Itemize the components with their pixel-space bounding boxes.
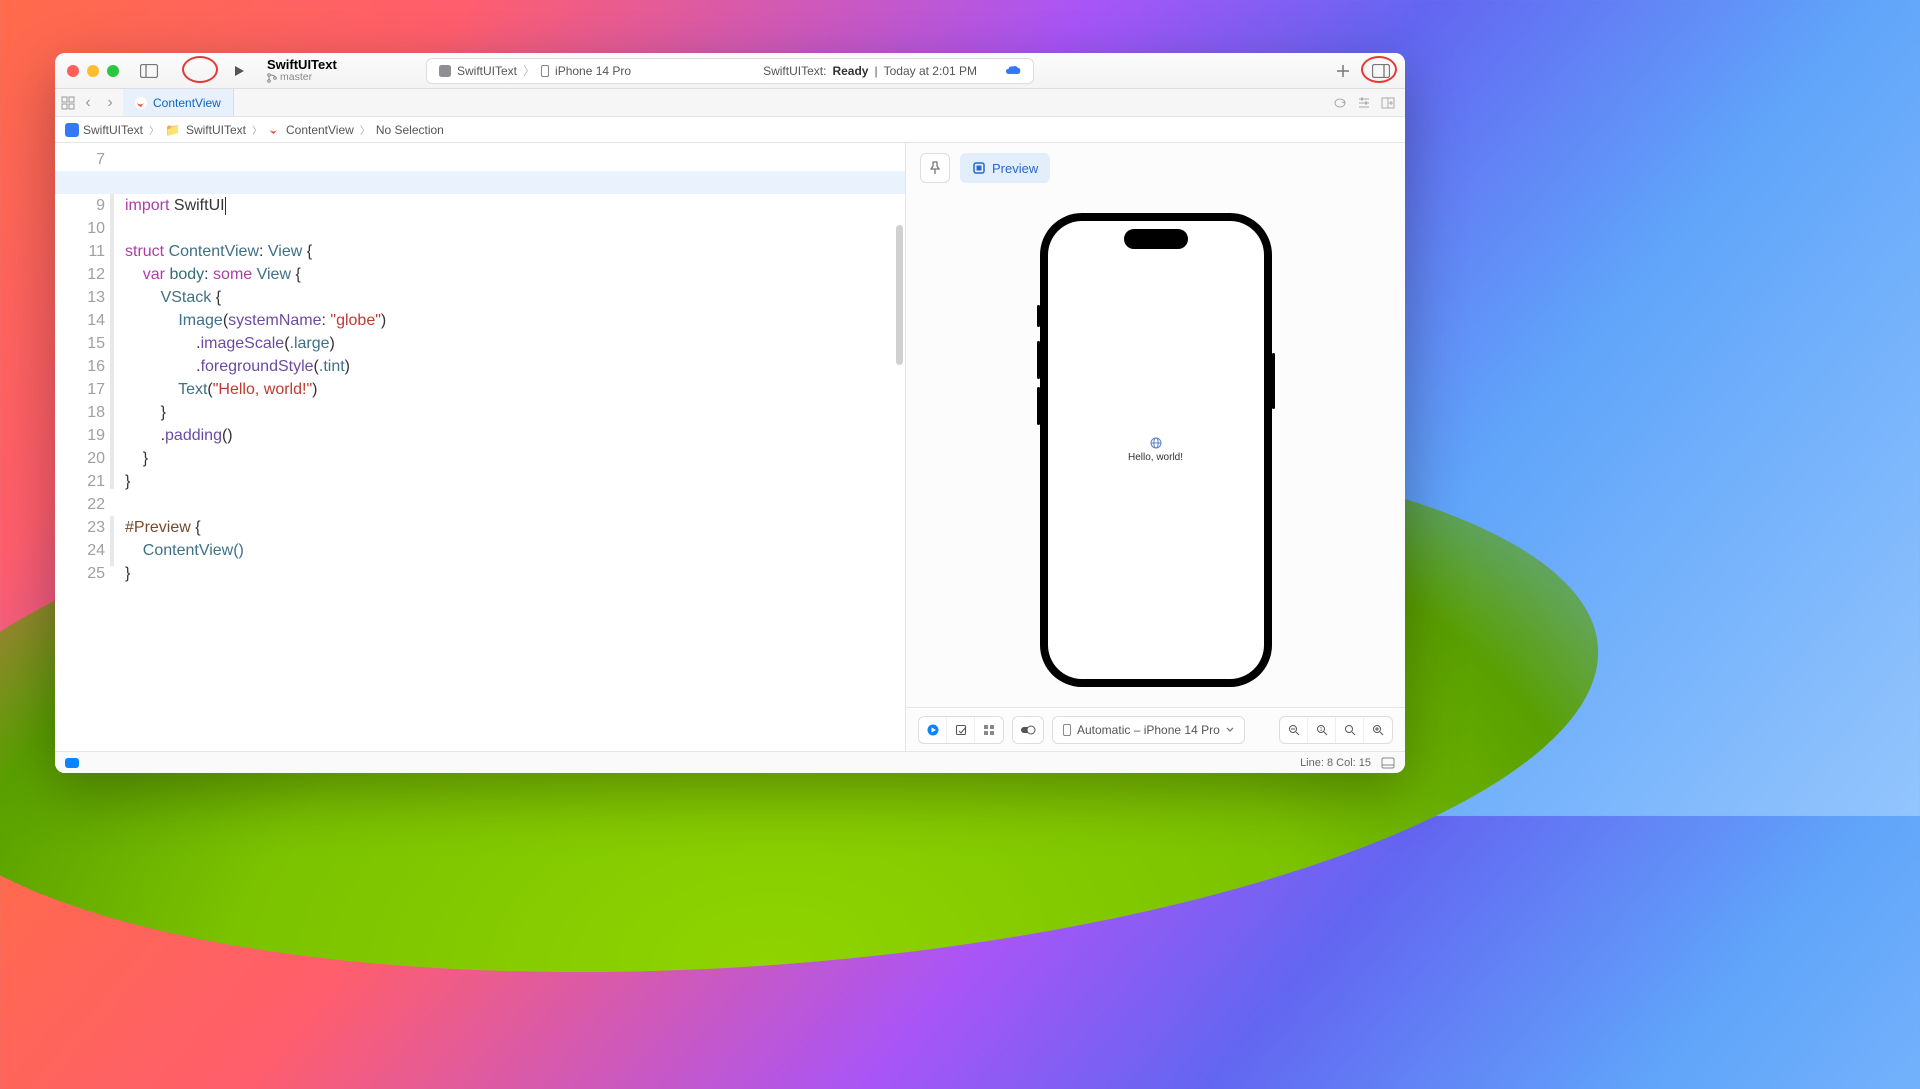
status-bar: Line: 8 Col: 15 [55, 751, 1405, 773]
jump-bar[interactable]: SwiftUIText 〉 📁 SwiftUIText 〉 ContentVie… [55, 117, 1405, 143]
preview-label: Preview [992, 161, 1038, 176]
status-target-device: iPhone 14 Pro [555, 64, 631, 78]
zoom-actual-button[interactable] [1336, 717, 1364, 743]
close-button[interactable] [67, 65, 79, 77]
scrollbar-thumb[interactable] [896, 225, 903, 365]
selectable-preview-button[interactable] [947, 717, 975, 743]
adjust-editor-icon[interactable] [1357, 97, 1371, 109]
related-items-icon[interactable] [61, 96, 75, 110]
file-tab-label: ContentView [153, 96, 221, 110]
svg-text:1: 1 [1319, 727, 1322, 733]
globe-icon [1150, 437, 1162, 449]
app-icon [439, 65, 451, 77]
canvas-viewport[interactable]: Hello, world! [906, 193, 1405, 707]
nav-back-button[interactable]: ‹ [79, 94, 97, 112]
device-frame: Hello, world! [1040, 213, 1272, 687]
breadcrumb-app: SwiftUIText [83, 123, 143, 137]
preview-canvas: Preview Hello, world! [905, 143, 1405, 751]
zoom-in-button[interactable] [1364, 717, 1392, 743]
swift-file-icon [135, 97, 147, 109]
dynamic-island [1124, 229, 1188, 249]
variants-button[interactable] [975, 717, 1003, 743]
preview-button[interactable]: Preview [960, 153, 1050, 183]
project-icon [65, 123, 79, 137]
minimize-button[interactable] [87, 65, 99, 77]
device-icon [541, 65, 549, 77]
window-traffic-lights [67, 65, 119, 77]
status-target-app: SwiftUIText [457, 64, 517, 78]
titlebar: SwiftUIText master SwiftUIText 〉 iPhone … [55, 53, 1405, 89]
scheme-name: SwiftUIText [267, 58, 337, 72]
scheme-selector[interactable]: SwiftUIText master [267, 58, 337, 84]
fold-ribbon[interactable] [110, 194, 114, 489]
run-button[interactable] [227, 59, 251, 83]
fold-ribbon[interactable] [110, 516, 114, 566]
nav-forward-button[interactable]: › [101, 94, 119, 112]
device-selector-label: Automatic – iPhone 14 Pro [1077, 723, 1220, 737]
status-state: Ready [832, 64, 868, 78]
scheme-branch: master [267, 72, 337, 84]
status-prefix: SwiftUIText: [763, 64, 826, 78]
swift-file-icon [268, 124, 280, 136]
cloud-icon [1005, 65, 1021, 76]
bottom-panel-icon[interactable] [1381, 757, 1395, 769]
preview-icon [972, 161, 986, 175]
zoom-group: 1 [1279, 716, 1393, 744]
branch-icon [267, 73, 277, 83]
pin-preview-button[interactable] [920, 153, 950, 183]
device-screen: Hello, world! [1048, 221, 1264, 679]
breadcrumb-folder: SwiftUIText [186, 123, 246, 137]
breadcrumb-selection: No Selection [376, 123, 444, 137]
main-area: 78910111213141516171819202122232425 impo… [55, 143, 1405, 751]
device-selector[interactable]: Automatic – iPhone 14 Pro [1052, 716, 1245, 744]
status-time: Today at 2:01 PM [884, 64, 977, 78]
canvas-toolbar: Automatic – iPhone 14 Pro 1 [906, 707, 1405, 751]
tab-bar: ‹ › ContentView [55, 89, 1405, 117]
preview-mode-group [918, 716, 1004, 744]
xcode-window: SwiftUIText master SwiftUIText 〉 iPhone … [55, 53, 1405, 773]
device-icon [1063, 724, 1071, 736]
zoom-button[interactable] [107, 65, 119, 77]
live-preview-button[interactable] [919, 717, 947, 743]
add-button[interactable] [1331, 59, 1355, 83]
status-sep: | [874, 64, 877, 78]
folder-icon: 📁 [165, 123, 180, 137]
device-settings-button[interactable] [1012, 716, 1044, 744]
breadcrumb-file: ContentView [286, 123, 354, 137]
file-tab-contentview[interactable]: ContentView [123, 89, 234, 116]
source-editor[interactable]: 78910111213141516171819202122232425 impo… [55, 143, 905, 751]
line-gutter: 78910111213141516171819202122232425 [55, 143, 115, 751]
zoom-out-button[interactable] [1280, 717, 1308, 743]
zoom-fit-button[interactable]: 1 [1308, 717, 1336, 743]
sidebar-toggle-left-icon[interactable] [137, 59, 161, 83]
toolbar-right [1331, 59, 1393, 83]
activity-status-bar[interactable]: SwiftUIText 〉 iPhone 14 Pro SwiftUIText:… [426, 58, 1034, 84]
chevron-down-icon [1226, 727, 1234, 733]
preview #text: Hello, world! [1128, 452, 1183, 463]
sync-icon[interactable] [1333, 97, 1347, 109]
sidebar-toggle-right-icon[interactable] [1369, 59, 1393, 83]
code-content[interactable]: import SwiftUI struct ContentView: View … [115, 143, 905, 751]
add-editor-icon[interactable] [1381, 97, 1395, 109]
debug-indicator[interactable] [65, 758, 79, 768]
cursor-position: Line: 8 Col: 15 [1300, 757, 1371, 769]
